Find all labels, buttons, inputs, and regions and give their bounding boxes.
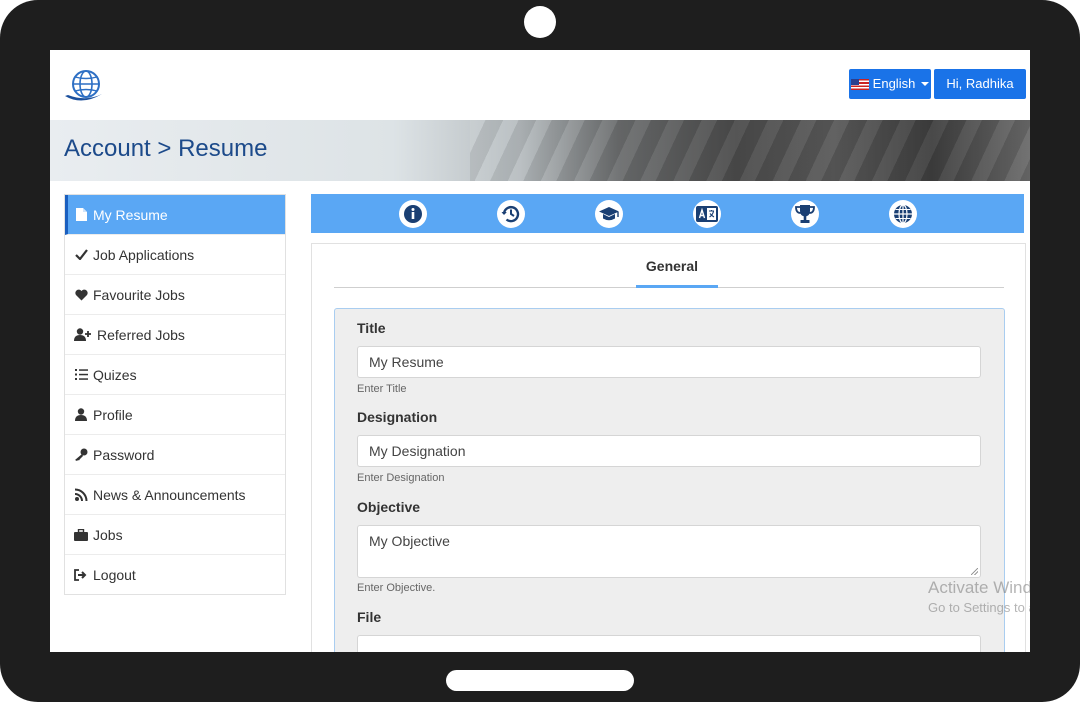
windows-activation-watermark: Activate Windows Go to Settings to activ… bbox=[928, 578, 1030, 615]
top-navbar: English Hi, Radhika bbox=[50, 50, 1030, 120]
tab-general[interactable]: General bbox=[622, 258, 722, 274]
sidebar-item-label: News & Announcements bbox=[93, 486, 246, 503]
breadcrumb: Account > Resume bbox=[64, 135, 268, 162]
screen: English Hi, Radhika Account > Resume My … bbox=[50, 50, 1030, 652]
us-flag-icon bbox=[850, 78, 869, 90]
sidebar-item-label: Jobs bbox=[93, 526, 123, 543]
camera-dot bbox=[524, 6, 556, 38]
sidebar-item-favourite-jobs[interactable]: Favourite Jobs bbox=[65, 275, 285, 315]
sidebar-item-job-applications[interactable]: Job Applications bbox=[65, 235, 285, 275]
user-plus-icon bbox=[74, 328, 92, 342]
sidebar-item-quizes[interactable]: Quizes bbox=[65, 355, 285, 395]
sidebar-item-password[interactable]: Password bbox=[65, 435, 285, 475]
sidebar-item-label: Job Applications bbox=[93, 246, 195, 263]
designation-input[interactable]: My Designation bbox=[357, 435, 981, 467]
rss-icon bbox=[74, 488, 88, 502]
file-input[interactable] bbox=[357, 635, 981, 652]
resume-form-panel: General Title My Resume Enter Title Desi… bbox=[311, 243, 1026, 652]
sidebar-item-news[interactable]: News & Announcements bbox=[65, 475, 285, 515]
sidebar-item-label: My Resume bbox=[93, 206, 168, 223]
history-icon[interactable] bbox=[497, 200, 525, 228]
sidebar-item-my-resume[interactable]: My Resume bbox=[65, 195, 285, 235]
language-label: English bbox=[872, 76, 916, 91]
title-input[interactable]: My Resume bbox=[357, 346, 981, 378]
key-icon bbox=[74, 448, 88, 462]
user-menu-button[interactable]: Hi, Radhika bbox=[934, 69, 1026, 99]
heart-icon bbox=[74, 288, 88, 302]
sidebar-item-label: Favourite Jobs bbox=[93, 286, 185, 303]
watermark-title: Activate Windows bbox=[928, 578, 1030, 597]
language-icon[interactable] bbox=[693, 200, 721, 228]
designation-label: Designation bbox=[357, 409, 438, 425]
home-button[interactable] bbox=[446, 670, 634, 691]
designation-help: Enter Designation bbox=[357, 472, 445, 484]
account-sidebar: My Resume Job Applications Favourite Job… bbox=[64, 194, 286, 595]
watermark-subtitle: Go to Settings to activate Windows. bbox=[928, 600, 1030, 615]
logout-icon bbox=[74, 568, 88, 582]
resume-section-tabs bbox=[311, 194, 1024, 233]
briefcase-icon bbox=[74, 528, 88, 542]
sidebar-item-referred-jobs[interactable]: Referred Jobs bbox=[65, 315, 285, 355]
trophy-icon[interactable] bbox=[791, 200, 819, 228]
sidebar-item-logout[interactable]: Logout bbox=[65, 555, 285, 594]
check-icon bbox=[74, 248, 88, 262]
file-label: File bbox=[357, 609, 382, 625]
sidebar-item-jobs[interactable]: Jobs bbox=[65, 515, 285, 555]
objective-text: My Objective bbox=[369, 533, 450, 549]
file-icon bbox=[74, 208, 88, 222]
sidebar-item-label: Profile bbox=[93, 406, 133, 423]
page-banner: Account > Resume bbox=[50, 120, 1030, 181]
active-tab-indicator bbox=[636, 285, 718, 288]
sidebar-item-label: Quizes bbox=[93, 366, 137, 383]
objective-help: Enter Objective. bbox=[357, 582, 436, 594]
user-icon bbox=[74, 408, 88, 422]
sidebar-item-profile[interactable]: Profile bbox=[65, 395, 285, 435]
globe-icon[interactable] bbox=[889, 200, 917, 228]
objective-label: Objective bbox=[357, 499, 421, 515]
graduation-cap-icon[interactable] bbox=[595, 200, 623, 228]
resize-handle-icon[interactable] bbox=[971, 568, 978, 575]
title-label: Title bbox=[357, 320, 386, 336]
list-icon bbox=[74, 368, 88, 382]
language-dropdown[interactable]: English bbox=[849, 69, 931, 99]
sidebar-item-label: Logout bbox=[93, 566, 136, 583]
sidebar-item-label: Referred Jobs bbox=[97, 326, 185, 343]
chevron-down-icon bbox=[921, 82, 930, 86]
objective-textarea[interactable]: My Objective bbox=[357, 525, 981, 578]
title-help: Enter Title bbox=[357, 383, 407, 395]
site-logo[interactable] bbox=[62, 68, 106, 104]
general-form: Title My Resume Enter Title Designation … bbox=[334, 308, 1005, 652]
info-icon[interactable] bbox=[399, 200, 427, 228]
sidebar-item-label: Password bbox=[93, 446, 155, 463]
